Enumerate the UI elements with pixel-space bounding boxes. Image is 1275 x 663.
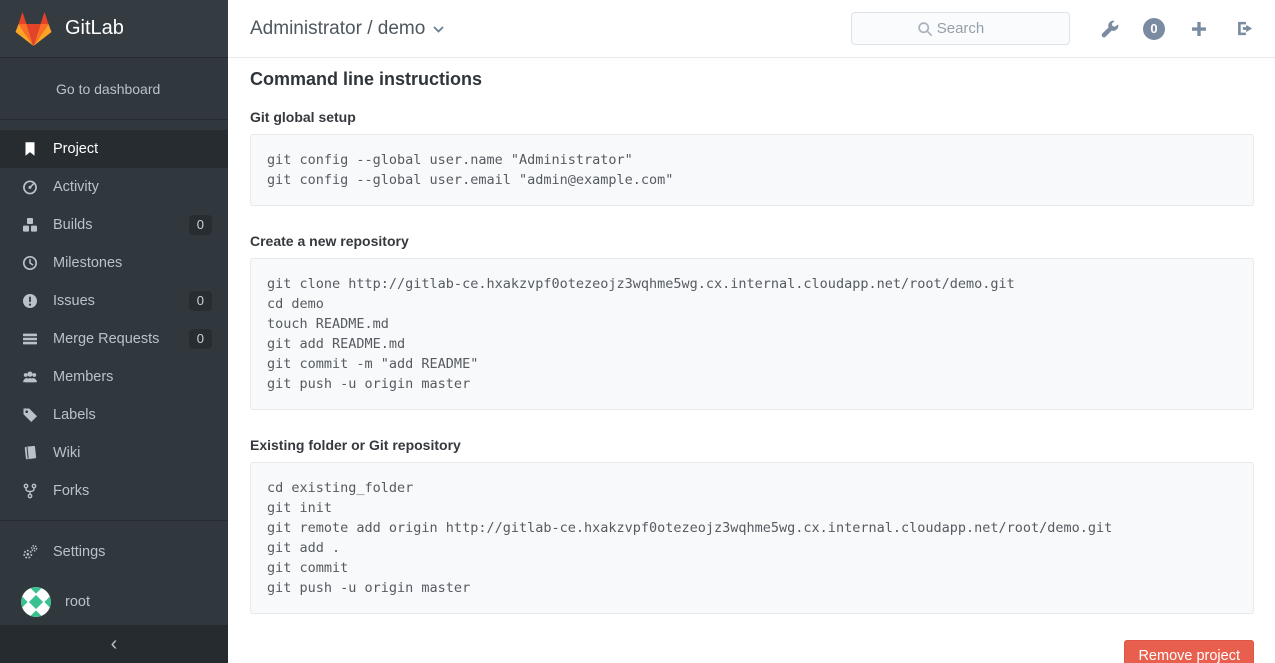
plus-icon bbox=[1190, 20, 1208, 38]
bookmark-icon bbox=[21, 141, 38, 158]
sidebar-item-activity[interactable]: Activity bbox=[0, 168, 228, 206]
issues-count-badge: 0 bbox=[189, 291, 212, 311]
code-block-create-new-repository: git clone http://gitlab-ce.hxakzvpf0otez… bbox=[250, 258, 1254, 410]
sign-out-button[interactable] bbox=[1233, 18, 1255, 40]
main-content: Command line instructions Git global set… bbox=[228, 58, 1275, 663]
chevron-left-icon: ‹ bbox=[111, 633, 118, 656]
users-icon bbox=[21, 369, 38, 386]
user-name: root bbox=[65, 594, 90, 610]
section-heading-git-global-setup: Git global setup bbox=[250, 108, 1254, 126]
merge-requests-icon bbox=[21, 331, 38, 348]
page-title: Command line instructions bbox=[250, 68, 1254, 90]
sidebar-divider bbox=[0, 520, 228, 521]
cubes-icon bbox=[21, 217, 38, 234]
merge-requests-count-badge: 0 bbox=[189, 329, 212, 349]
avatar bbox=[21, 587, 51, 617]
new-project-button[interactable] bbox=[1188, 18, 1210, 40]
sidebar-brand[interactable]: GitLab bbox=[0, 0, 228, 58]
book-icon bbox=[21, 445, 38, 462]
sidebar-nav: Project Activity Builds 0 Milestones I bbox=[0, 120, 228, 510]
todos-counter-button[interactable]: 0 bbox=[1143, 18, 1165, 40]
remove-project-button[interactable]: Remove project bbox=[1124, 640, 1254, 663]
admin-area-button[interactable] bbox=[1098, 18, 1120, 40]
topbar: Administrator / demo 0 bbox=[228, 0, 1275, 58]
gears-icon bbox=[21, 543, 38, 560]
breadcrumb: Administrator / demo bbox=[250, 18, 425, 40]
sidebar-item-forks[interactable]: Forks bbox=[0, 472, 228, 510]
chevron-down-icon bbox=[433, 26, 444, 34]
sidebar-item-builds[interactable]: Builds 0 bbox=[0, 206, 228, 244]
code-block-existing-folder: cd existing_folder git init git remote a… bbox=[250, 462, 1254, 614]
tag-icon bbox=[21, 407, 38, 424]
wrench-icon bbox=[1100, 19, 1119, 38]
sidebar-item-milestones[interactable]: Milestones bbox=[0, 244, 228, 282]
sidebar-item-settings[interactable]: Settings bbox=[0, 533, 228, 570]
sidebar-item-wiki[interactable]: Wiki bbox=[0, 434, 228, 472]
sidebar-item-project[interactable]: Project bbox=[0, 130, 228, 168]
sidebar-item-merge-requests[interactable]: Merge Requests 0 bbox=[0, 320, 228, 358]
sidebar-item-labels[interactable]: Labels bbox=[0, 396, 228, 434]
code-block-git-global-setup: git config --global user.name "Administr… bbox=[250, 134, 1254, 206]
sidebar-item-profile[interactable]: root bbox=[0, 578, 228, 625]
topbar-icons: 0 bbox=[1098, 18, 1255, 40]
builds-count-badge: 0 bbox=[189, 215, 212, 235]
sidebar-item-members[interactable]: Members bbox=[0, 358, 228, 396]
go-to-dashboard-link[interactable]: Go to dashboard bbox=[0, 58, 228, 120]
project-switcher-dropdown[interactable]: Administrator / demo bbox=[250, 18, 444, 40]
sidebar: GitLab Go to dashboard Project Activity … bbox=[0, 0, 228, 663]
section-heading-existing-folder: Existing folder or Git repository bbox=[250, 436, 1254, 454]
sign-out-icon bbox=[1235, 19, 1254, 38]
dashboard-icon bbox=[21, 179, 38, 196]
section-heading-create-new-repository: Create a new repository bbox=[250, 232, 1254, 250]
brand-name: GitLab bbox=[65, 17, 124, 40]
fork-icon bbox=[21, 483, 38, 500]
sidebar-collapse-toggle[interactable]: ‹ bbox=[0, 625, 228, 663]
exclamation-circle-icon bbox=[21, 293, 38, 310]
search-box[interactable] bbox=[851, 12, 1070, 45]
footer-actions: Remove project bbox=[250, 640, 1254, 663]
gitlab-logo-icon bbox=[15, 12, 52, 46]
clock-icon bbox=[21, 255, 38, 272]
sidebar-item-issues[interactable]: Issues 0 bbox=[0, 282, 228, 320]
search-input[interactable] bbox=[852, 13, 1069, 44]
